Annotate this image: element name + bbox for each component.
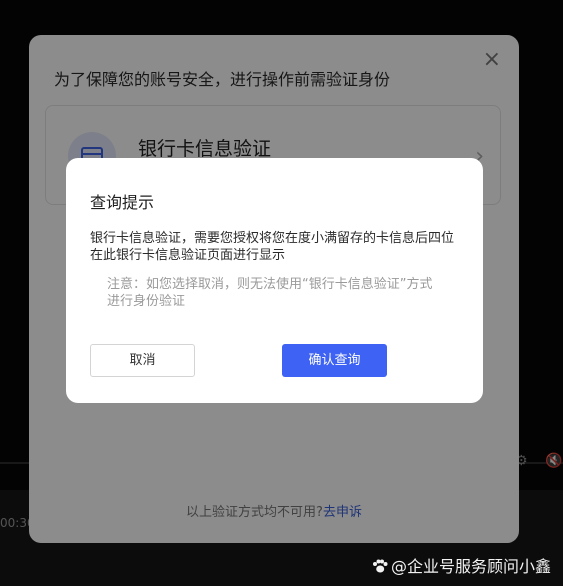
paw-icon [372, 559, 388, 573]
prompt-title: 查询提示 [90, 193, 155, 212]
prompt-note: 注意：如您选择取消，则无法使用“银行卡信息验证”方式进行身份验证 [107, 277, 433, 309]
watermark-text: @企业号服务顾问小鑫 [390, 557, 551, 576]
cancel-button[interactable]: 取消 [90, 344, 195, 377]
query-prompt-modal: 查询提示 银行卡信息验证，需要您授权将您在度小满留存的卡信息后四位在此银行卡信息… [66, 158, 483, 403]
watermark: @企业号服务顾问小鑫 [372, 553, 551, 577]
prompt-body: 银行卡信息验证，需要您授权将您在度小满留存的卡信息后四位在此银行卡信息验证页面进… [90, 231, 455, 263]
confirm-query-button[interactable]: 确认查询 [282, 344, 387, 377]
